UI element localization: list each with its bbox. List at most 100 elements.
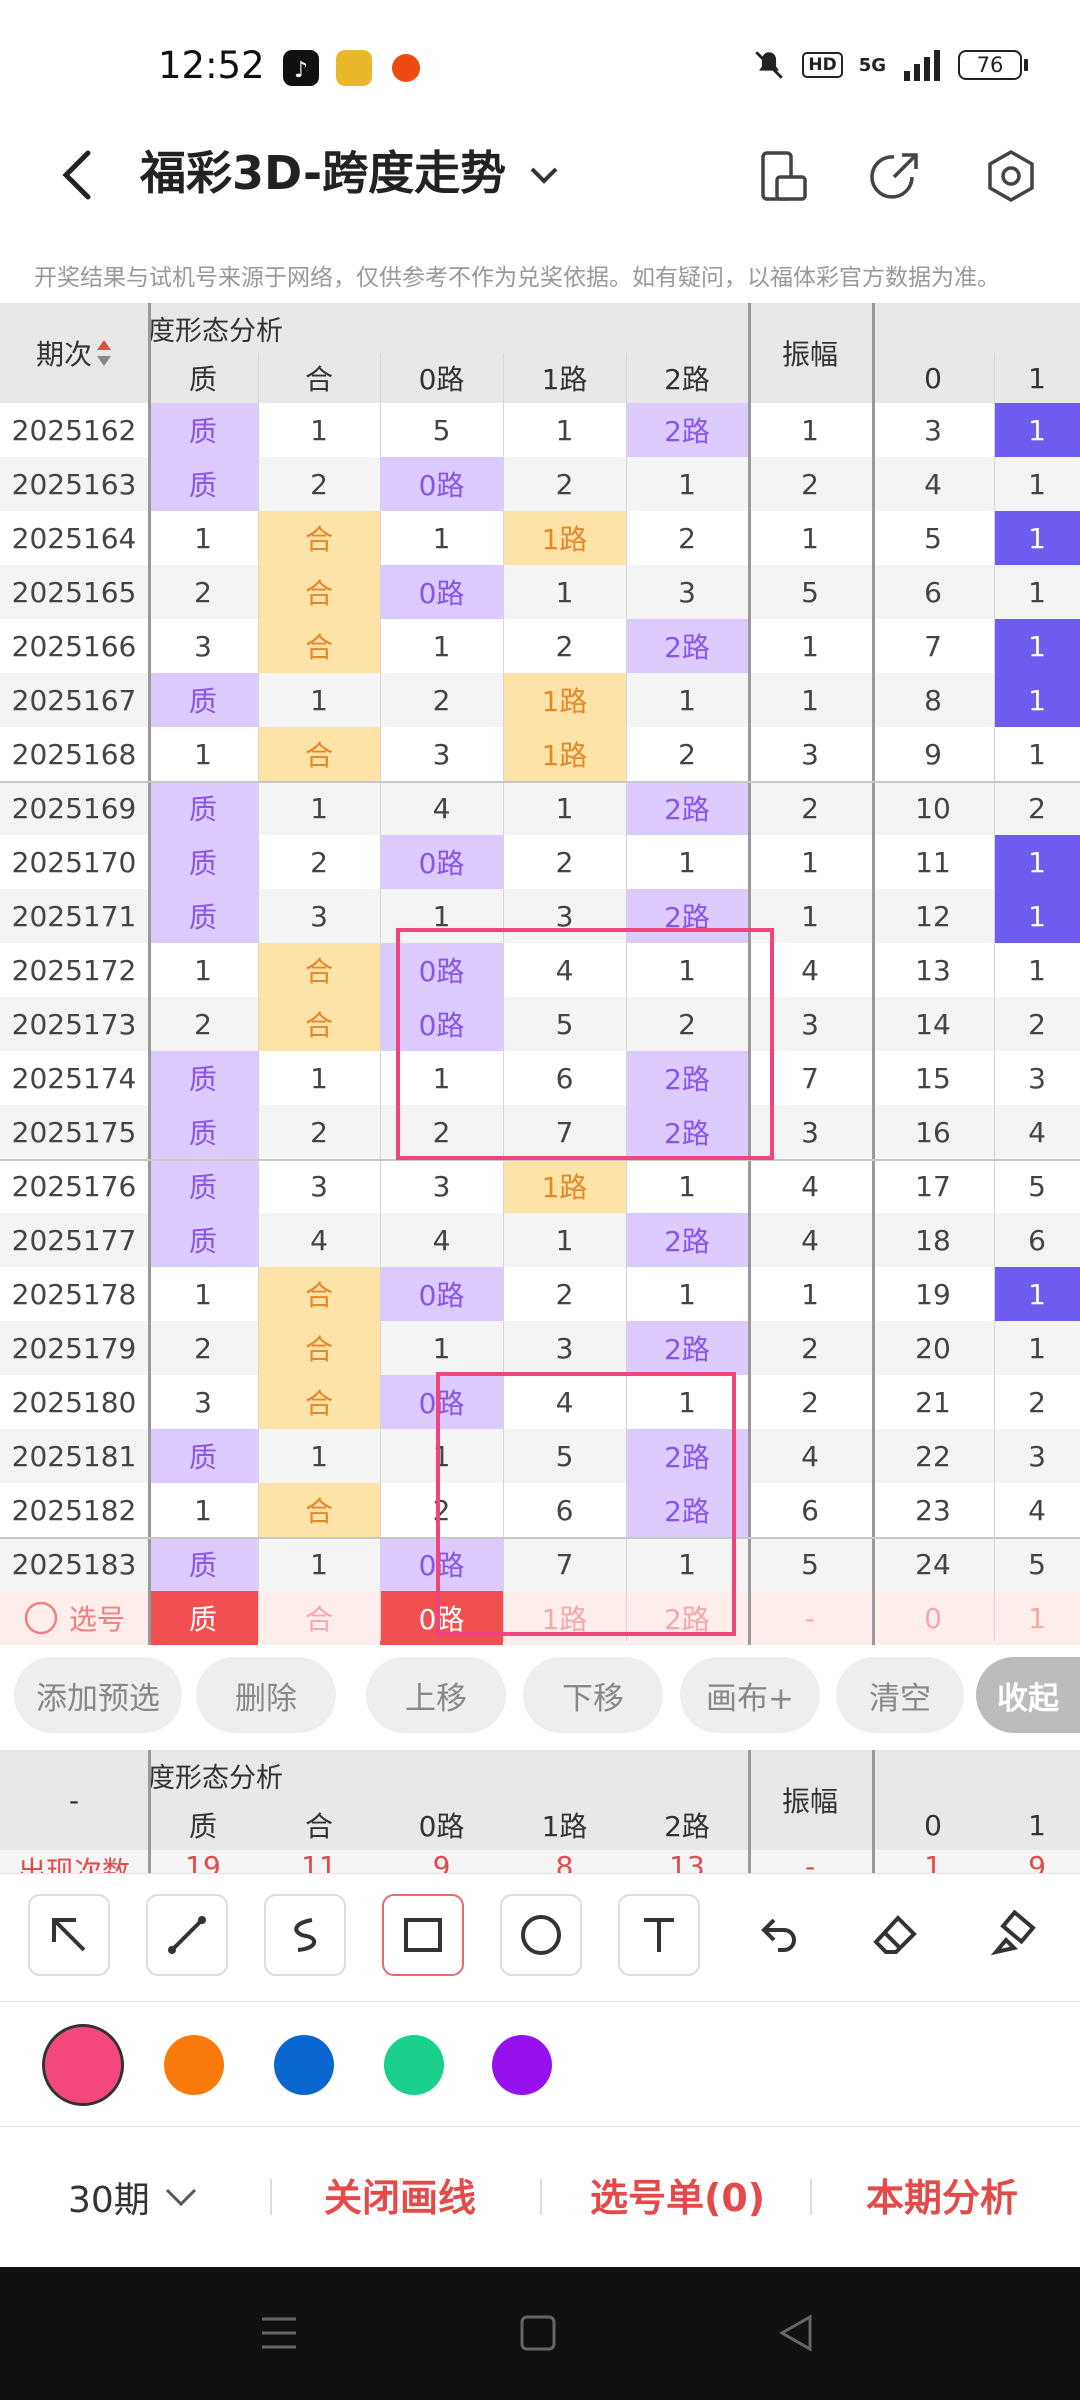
miss-count-cell: 3 — [1028, 1061, 1046, 1095]
line-tool[interactable] — [146, 1894, 228, 1976]
stats-value: 9 — [994, 1850, 1080, 1873]
selection-list-button[interactable]: 选号单(0) — [590, 2167, 765, 2222]
amplitude-cell: 5 — [801, 575, 819, 609]
amplitude-cell: 4 — [801, 1223, 819, 1257]
system-nav-bar — [0, 2267, 1080, 2400]
rotate-screen-icon[interactable] — [755, 147, 813, 205]
sort-icon[interactable] — [96, 338, 112, 368]
pattern-cell: 1路 — [503, 1159, 626, 1213]
bottom-bar: 30期 关闭画线 选号单(0) 本期分析 — [0, 2126, 1080, 2267]
period-cell: 2025164 — [11, 521, 137, 555]
stats-value: 9 — [380, 1850, 503, 1873]
action-button[interactable]: 下移 — [523, 1657, 663, 1733]
arrow-tool[interactable] — [28, 1894, 110, 1976]
pattern-cell: 2路 — [626, 1321, 748, 1375]
amplitude-cell: 1 — [801, 683, 819, 717]
pattern-cell: 质 — [148, 1159, 258, 1213]
selection-cell[interactable]: 0 — [872, 1591, 994, 1645]
selection-label-text: 选号 — [68, 1603, 125, 1636]
close-draw-button[interactable]: 关闭画线 — [324, 2167, 476, 2222]
color-swatch[interactable] — [384, 2035, 444, 2095]
action-button[interactable]: 添加预选 — [14, 1657, 182, 1733]
color-swatch[interactable] — [164, 2035, 224, 2095]
clear-brush-tool[interactable] — [972, 1894, 1054, 1976]
selection-cell[interactable]: 0路 — [380, 1591, 503, 1645]
stats-sub-header: 合 — [258, 1800, 380, 1850]
amplitude-cell: 6 — [801, 1493, 819, 1527]
pattern-cell: 2路 — [626, 403, 748, 457]
sub-header: 0路 — [380, 353, 503, 403]
network-label: 5G — [858, 54, 886, 76]
selection-label[interactable]: 选号 — [0, 1591, 148, 1645]
draw-toolbar — [0, 1873, 1080, 2001]
miss-count-cell: 5 — [1028, 1547, 1046, 1581]
line-icon — [168, 1916, 206, 1954]
color-swatch[interactable] — [42, 2024, 124, 2106]
pattern-cell: 0路 — [380, 1537, 503, 1591]
pattern-cell: 1 — [432, 1331, 451, 1365]
settings-icon[interactable] — [982, 147, 1040, 205]
selection-cell[interactable]: 合 — [258, 1591, 380, 1645]
selection-cell[interactable]: 1 — [994, 1591, 1080, 1645]
undo-tool[interactable] — [736, 1894, 818, 1976]
pattern-cell: 7 — [555, 1547, 574, 1581]
action-button[interactable]: 删除 — [196, 1657, 336, 1733]
pattern-cell: 1 — [194, 953, 212, 987]
svg-text:♪: ♪ — [294, 58, 308, 83]
action-button[interactable]: 画布+ — [680, 1657, 820, 1733]
menu-icon[interactable] — [258, 2313, 300, 2353]
back-icon[interactable] — [776, 2313, 816, 2353]
pattern-cell: 合 — [258, 565, 380, 619]
page-title: 福彩3D-跨度走势 — [140, 146, 507, 200]
text-icon — [644, 1918, 674, 1952]
stats-value: 11 — [258, 1850, 380, 1873]
back-arrow-icon[interactable] — [50, 145, 110, 205]
period-cell: 2025180 — [11, 1385, 137, 1419]
pattern-cell: 合 — [258, 1483, 380, 1537]
text-tool[interactable] — [618, 1894, 700, 1976]
pattern-cell: 合 — [258, 1321, 380, 1375]
pattern-cell: 1路 — [503, 727, 626, 781]
pattern-cell: 0路 — [380, 457, 503, 511]
selection-cell[interactable]: 质 — [148, 1591, 258, 1645]
action-button[interactable]: 上移 — [366, 1657, 506, 1733]
signal-icon — [904, 50, 940, 81]
right-header: 1 — [994, 353, 1080, 403]
chevron-down-icon[interactable] — [524, 155, 564, 195]
pattern-cell: 合 — [258, 1267, 380, 1321]
pattern-cell: 2 — [432, 683, 451, 717]
amplitude-cell: 1 — [801, 521, 819, 555]
circle-tool[interactable] — [500, 1894, 582, 1976]
miss-count-cell: 5 — [1028, 1169, 1046, 1203]
pattern-cell: 2路 — [626, 889, 748, 943]
color-swatch[interactable] — [274, 2035, 334, 2095]
current-analysis-button[interactable]: 本期分析 — [866, 2167, 1018, 2222]
amplitude-cell: 7 — [801, 1061, 819, 1095]
action-button[interactable]: 清空 — [836, 1657, 964, 1733]
selection-cell[interactable]: 1路 — [503, 1591, 626, 1645]
pattern-cell: 1 — [194, 521, 212, 555]
rectangle-icon — [404, 1918, 442, 1952]
pattern-cell: 质 — [148, 457, 258, 511]
miss-count-cell: 24 — [915, 1547, 951, 1581]
period-cell: 2025167 — [11, 683, 137, 717]
freehand-tool[interactable] — [264, 1894, 346, 1976]
miss-count-cell: 7 — [924, 629, 942, 663]
eraser-tool[interactable] — [854, 1894, 936, 1976]
pattern-cell: 2 — [678, 1007, 696, 1041]
amplitude-cell: 2 — [801, 467, 819, 501]
selection-cell[interactable]: 2路 — [626, 1591, 748, 1645]
period-selector[interactable]: 30期 — [68, 2171, 198, 2223]
radio-icon[interactable] — [23, 1600, 59, 1636]
pattern-cell: 合 — [258, 511, 380, 565]
period-cell: 2025166 — [11, 629, 137, 663]
brush-icon — [990, 1910, 1036, 1956]
period-cell: 2025181 — [11, 1439, 137, 1473]
rectangle-tool[interactable] — [382, 1894, 464, 1976]
pattern-cell: 合 — [258, 619, 380, 673]
color-swatch[interactable] — [492, 2035, 552, 2095]
action-button[interactable]: 收起 — [976, 1657, 1080, 1733]
eraser-icon — [873, 1915, 917, 1954]
share-icon[interactable] — [866, 147, 924, 205]
home-icon[interactable] — [518, 2313, 558, 2353]
